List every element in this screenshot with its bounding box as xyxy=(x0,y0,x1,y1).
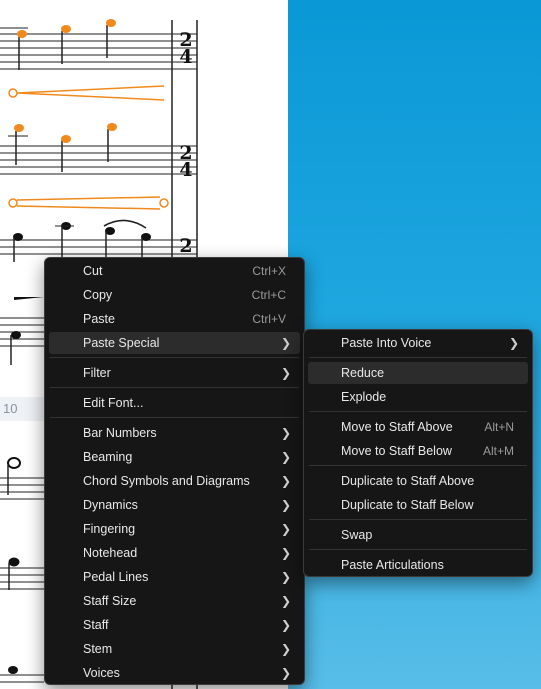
menu-item-shortcut: Ctrl+V xyxy=(252,312,286,326)
menu-item-label: Chord Symbols and Diagrams xyxy=(83,474,250,488)
menu-item-duplicate-to-staff-above[interactable]: Duplicate to Staff Above xyxy=(308,470,528,492)
time-signature: 24 xyxy=(179,142,193,181)
menu-item-swap[interactable]: Swap xyxy=(308,524,528,546)
menu-item-shortcut: Alt+M xyxy=(482,444,514,458)
menu-item-move-to-staff-above[interactable]: Move to Staff Above Alt+N xyxy=(308,416,528,438)
menu-item-stem[interactable]: Stem ❯ xyxy=(49,638,300,660)
chevron-right-icon: ❯ xyxy=(280,570,291,584)
menu-item-reduce[interactable]: Reduce xyxy=(308,362,528,384)
menu-item-beaming[interactable]: Beaming ❯ xyxy=(49,446,300,468)
time-signature: 2 xyxy=(179,235,193,257)
menu-item-pedal-lines[interactable]: Pedal Lines ❯ xyxy=(49,566,300,588)
menu-item-paste[interactable]: Paste Ctrl+V xyxy=(49,308,300,330)
menu-item-voices[interactable]: Voices ❯ xyxy=(49,662,300,684)
menu-item-shortcut: Alt+N xyxy=(484,420,514,434)
chevron-right-icon: ❯ xyxy=(280,474,291,488)
chevron-right-icon: ❯ xyxy=(280,522,291,536)
menu-item-paste-articulations[interactable]: Paste Articulations xyxy=(308,554,528,576)
menu-item-staff-size[interactable]: Staff Size ❯ xyxy=(49,590,300,612)
chevron-right-icon: ❯ xyxy=(280,618,291,632)
menu-item-label: Bar Numbers xyxy=(83,426,157,440)
menu-separator xyxy=(309,465,527,466)
menu-item-label: Reduce xyxy=(341,366,385,380)
menu-item-label: Paste Special xyxy=(83,336,160,350)
menu-item-copy[interactable]: Copy Ctrl+C xyxy=(49,284,300,306)
menu-separator xyxy=(309,519,527,520)
menu-item-filter[interactable]: Filter ❯ xyxy=(49,362,300,384)
menu-item-label: Pedal Lines xyxy=(83,570,149,584)
menu-item-label: Paste Into Voice xyxy=(341,336,432,350)
menu-item-label: Filter xyxy=(83,366,111,380)
menu-item-notehead[interactable]: Notehead ❯ xyxy=(49,542,300,564)
menu-item-label: Staff xyxy=(83,618,109,632)
menu-item-shortcut: Ctrl+X xyxy=(252,264,286,278)
time-signature: 24 xyxy=(179,29,193,68)
chevron-right-icon: ❯ xyxy=(280,426,291,440)
menu-item-explode[interactable]: Explode xyxy=(308,386,528,408)
menu-item-label: Move to Staff Below xyxy=(341,444,452,458)
menu-separator xyxy=(309,411,527,412)
paste-special-submenu: Paste Into Voice ❯ Reduce Explode Move t… xyxy=(303,329,533,577)
menu-item-fingering[interactable]: Fingering ❯ xyxy=(49,518,300,540)
menu-separator xyxy=(50,417,299,418)
chevron-right-icon: ❯ xyxy=(280,498,291,512)
menu-item-label: Move to Staff Above xyxy=(341,420,453,434)
menu-item-label: Cut xyxy=(83,264,103,278)
menu-item-label: Voices xyxy=(83,666,120,680)
menu-separator xyxy=(50,357,299,358)
menu-separator xyxy=(309,549,527,550)
menu-item-staff[interactable]: Staff ❯ xyxy=(49,614,300,636)
menu-item-label: Explode xyxy=(341,390,387,404)
menu-item-dynamics[interactable]: Dynamics ❯ xyxy=(49,494,300,516)
chevron-right-icon: ❯ xyxy=(280,666,291,680)
menu-item-chord-symbols[interactable]: Chord Symbols and Diagrams ❯ xyxy=(49,470,300,492)
menu-item-label: Beaming xyxy=(83,450,133,464)
menu-item-edit-font[interactable]: Edit Font... xyxy=(49,392,300,414)
menu-item-label: Dynamics xyxy=(83,498,138,512)
menu-item-label: Swap xyxy=(341,528,373,542)
measure-number: 10 xyxy=(0,397,46,421)
chevron-right-icon: ❯ xyxy=(280,366,291,380)
menu-item-label: Edit Font... xyxy=(83,396,144,410)
menu-item-duplicate-to-staff-below[interactable]: Duplicate to Staff Below xyxy=(308,494,528,516)
menu-item-paste-special[interactable]: Paste Special ❯ xyxy=(49,332,300,354)
context-menu: Cut Ctrl+X Copy Ctrl+C Paste Ctrl+V Past… xyxy=(44,257,305,685)
menu-item-label: Staff Size xyxy=(83,594,137,608)
menu-item-label: Fingering xyxy=(83,522,136,536)
chevron-right-icon: ❯ xyxy=(280,450,291,464)
menu-item-label: Copy xyxy=(83,288,113,302)
menu-item-label: Duplicate to Staff Above xyxy=(341,474,475,488)
chevron-right-icon: ❯ xyxy=(280,642,291,656)
menu-item-bar-numbers[interactable]: Bar Numbers ❯ xyxy=(49,422,300,444)
menu-item-cut[interactable]: Cut Ctrl+X xyxy=(49,260,300,282)
menu-item-paste-into-voice[interactable]: Paste Into Voice ❯ xyxy=(308,332,528,354)
menu-separator xyxy=(50,387,299,388)
menu-item-label: Stem xyxy=(83,642,113,656)
chevron-right-icon: ❯ xyxy=(280,546,291,560)
chevron-right-icon: ❯ xyxy=(508,336,519,350)
menu-item-label: Notehead xyxy=(83,546,138,560)
menu-item-label: Duplicate to Staff Below xyxy=(341,498,474,512)
menu-item-label: Paste Articulations xyxy=(341,558,444,572)
menu-item-shortcut: Ctrl+C xyxy=(251,288,286,302)
chevron-right-icon: ❯ xyxy=(280,336,291,350)
chevron-right-icon: ❯ xyxy=(280,594,291,608)
menu-item-move-to-staff-below[interactable]: Move to Staff Below Alt+M xyxy=(308,440,528,462)
menu-separator xyxy=(309,357,527,358)
menu-item-label: Paste xyxy=(83,312,115,326)
